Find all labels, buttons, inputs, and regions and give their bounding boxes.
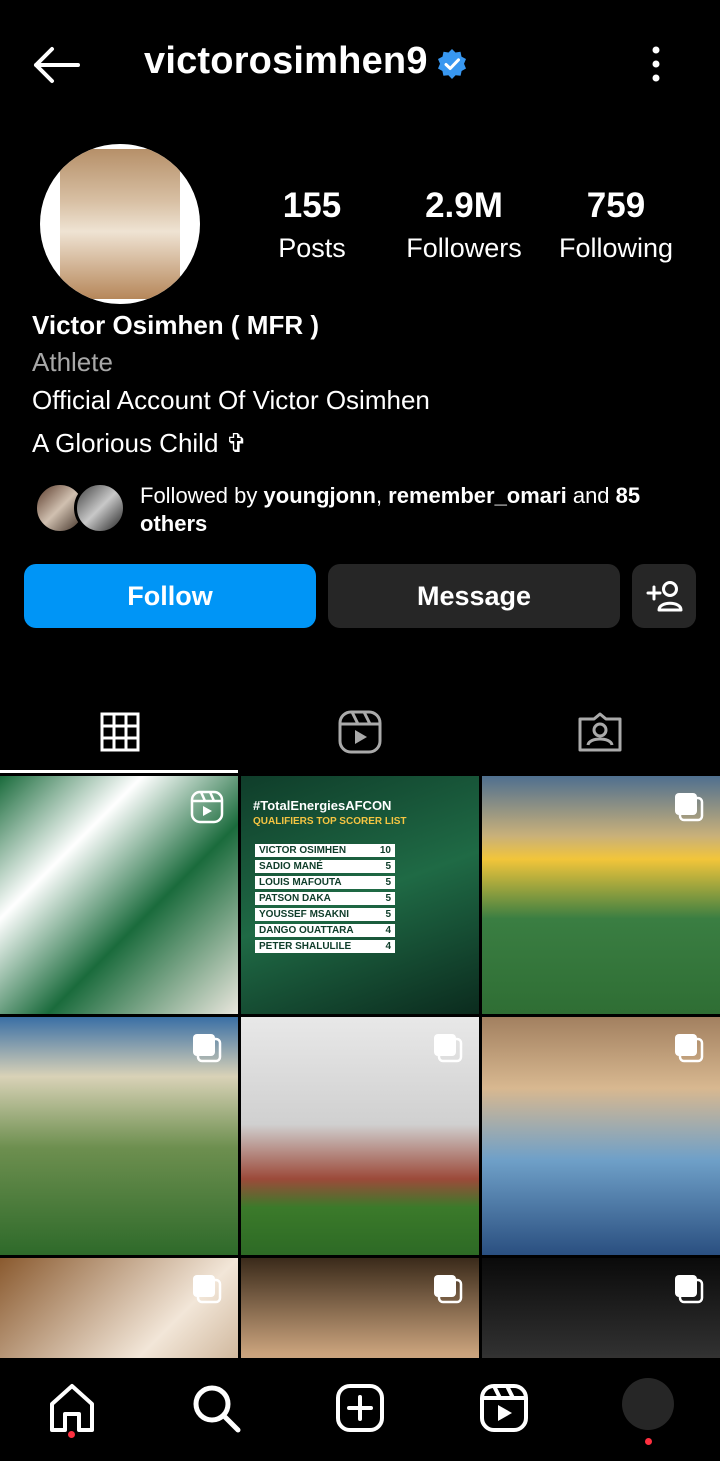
scorer-row: VICTOR OSIMHEN 10: [255, 844, 395, 857]
suggest-accounts-button[interactable]: [632, 564, 696, 628]
create-post-icon[interactable]: [330, 1378, 390, 1438]
carousel-icon: [434, 1275, 463, 1304]
followers-stat[interactable]: 2.9M Followers: [398, 184, 530, 268]
add-person-icon: [646, 581, 683, 612]
followers-count: 2.9M: [425, 186, 503, 225]
scorer-row: LOUIS MAFOUTA 5: [255, 876, 395, 889]
followed-by-text[interactable]: Followed by youngjonn, remember_omari an…: [140, 482, 700, 538]
profile-username: victorosimhen9: [144, 40, 428, 82]
post-thumbnail[interactable]: [482, 776, 720, 1014]
reels-icon: [338, 710, 382, 754]
carousel-icon: [193, 1275, 222, 1304]
profile-category: Athlete: [32, 347, 113, 377]
profile-bio-line: A Glorious Child ✞: [32, 428, 248, 458]
mutual-follower-link[interactable]: remember_omari: [388, 483, 567, 508]
scorer-row: PETER SHALULILE 4: [255, 940, 395, 953]
mutual-followers-avatars[interactable]: [34, 482, 126, 536]
reels-nav-icon[interactable]: [474, 1378, 534, 1438]
post-thumbnail[interactable]: [0, 776, 238, 1014]
carousel-icon: [434, 1034, 463, 1063]
bottom-navigation: [0, 1358, 720, 1461]
followed-by-separator: ,: [375, 483, 389, 508]
post-thumbnail[interactable]: [482, 1017, 720, 1255]
carousel-icon: [675, 1034, 704, 1063]
mutual-follower-link[interactable]: youngjonn: [264, 483, 376, 508]
reel-icon: [190, 790, 224, 824]
post-subcaption-text: QUALIFIERS TOP SCORER LIST: [253, 816, 407, 827]
post-caption-text: #TotalEnergiesAFCON: [253, 798, 392, 813]
scorer-row: YOUSSEF MSAKNI 5: [255, 908, 395, 921]
mutual-follower-avatar: [74, 482, 126, 534]
profile-nav-avatar[interactable]: [622, 1378, 674, 1430]
followers-label: Followers: [406, 233, 522, 263]
home-notification-dot: [68, 1431, 75, 1438]
tagged-icon: [578, 712, 622, 752]
scorer-row: DANGO OUATTARA 4: [255, 924, 395, 937]
post-thumbnail[interactable]: [0, 1017, 238, 1255]
profile-bio-line: Official Account Of Victor Osimhen: [32, 385, 430, 415]
profile-tabs: [0, 690, 720, 774]
scorer-row: SADIO MANÉ 5: [255, 860, 395, 873]
posts-grid: #TotalEnergiesAFCON QUALIFIERS TOP SCORE…: [0, 776, 720, 1358]
carousel-icon: [675, 793, 704, 822]
home-icon[interactable]: [42, 1378, 102, 1438]
posts-label: Posts: [278, 233, 346, 263]
carousel-icon: [193, 1034, 222, 1063]
following-label: Following: [558, 233, 674, 263]
follow-button[interactable]: Follow: [24, 564, 316, 628]
post-thumbnail[interactable]: #TotalEnergiesAFCON QUALIFIERS TOP SCORE…: [241, 776, 479, 1014]
following-stat[interactable]: 759 Following: [552, 184, 680, 268]
tab-reels[interactable]: [240, 690, 480, 774]
post-thumbnail[interactable]: [241, 1258, 479, 1358]
top-bar: victorosimhen9: [0, 0, 720, 130]
post-thumbnail[interactable]: [482, 1258, 720, 1358]
grid-icon: [100, 712, 140, 752]
scorer-row: PATSON DAKA 5: [255, 892, 395, 905]
search-icon[interactable]: [186, 1378, 246, 1438]
mutual-suffix: others: [140, 511, 208, 536]
tab-grid[interactable]: [0, 690, 240, 774]
followed-by-middle: and: [566, 483, 616, 508]
followed-by-prefix: Followed by: [140, 483, 264, 508]
posts-stat[interactable]: 155 Posts: [262, 184, 362, 268]
avatar-photo: [60, 149, 180, 299]
profile-notification-dot: [645, 1438, 652, 1445]
scorer-list: VICTOR OSIMHEN 10 SADIO MANÉ 5 LOUIS MAF…: [255, 844, 395, 956]
verified-badge-icon: [438, 49, 466, 79]
posts-count: 155: [282, 186, 342, 225]
carousel-icon: [675, 1275, 704, 1304]
tab-tagged[interactable]: [480, 690, 720, 774]
following-count: 759: [586, 186, 646, 225]
back-arrow-icon[interactable]: [30, 40, 82, 90]
active-tab-indicator: [0, 770, 238, 773]
more-options-icon[interactable]: [644, 42, 668, 86]
profile-display-name: Victor Osimhen ( MFR ): [32, 310, 319, 340]
message-button[interactable]: Message: [328, 564, 620, 628]
post-thumbnail[interactable]: [241, 1017, 479, 1255]
profile-avatar[interactable]: [40, 144, 200, 304]
mutual-count: 85: [615, 483, 641, 508]
post-thumbnail[interactable]: [0, 1258, 238, 1358]
